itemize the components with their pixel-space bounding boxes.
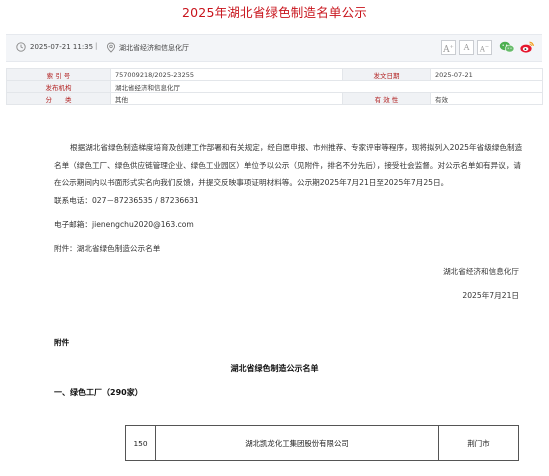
article-source: 湖北省经济和信息化厅 <box>119 44 189 52</box>
contact-email: 电子邮箱：jienengchu2020@163.com <box>54 220 194 229</box>
green-factory-table: 150 湖北凯龙化工集团股份有限公司 荆门市 <box>125 425 519 461</box>
city-name: 荆门市 <box>438 425 519 461</box>
article-meta-table: 索 引 号 757009218/2025-23255 发文日期 2025-07-… <box>6 68 543 105</box>
meta-key: 分 类 <box>6 92 111 105</box>
meta-row: 分 类 其他 有 效 性 有效 <box>6 92 543 105</box>
article-info-bar: 2025-07-21 11:35 | 湖北省经济和信息化厅 A+ A A− <box>6 34 542 62</box>
meta-key: 发文日期 <box>342 68 431 81</box>
signature-org: 湖北省经济和信息化厅 <box>443 267 519 276</box>
page-title: 2025年湖北省绿色制造名单公示 <box>181 5 367 20</box>
font-medium-label: A <box>463 43 470 52</box>
list-title: 湖北省绿色制造公示名单 <box>230 364 319 373</box>
meta-value: 其他 <box>110 92 343 105</box>
meta-key: 发布机构 <box>6 80 111 93</box>
meta-value: 湖北省经济和信息化厅 <box>110 80 543 93</box>
row-number: 150 <box>125 425 156 461</box>
font-medium-button[interactable]: A <box>459 40 474 55</box>
attachment-heading: 附件 <box>54 338 70 347</box>
publish-date: 2025-07-21 11:35 <box>30 43 94 51</box>
meta-value: 757009218/2025-23255 <box>110 68 343 81</box>
separator: | <box>95 42 98 50</box>
table-row: 150 湖北凯龙化工集团股份有限公司 荆门市 <box>125 425 519 461</box>
company-name: 湖北凯龙化工集团股份有限公司 <box>155 425 439 461</box>
meta-value: 2025-07-21 <box>430 68 543 81</box>
meta-value: 有效 <box>430 92 543 105</box>
notice-paragraph: 根据湖北省绿色制造梯度培育及创建工作部署和有关规定，经自愿申报、市州推荐、专家评… <box>54 143 523 187</box>
meta-key: 索 引 号 <box>6 68 111 81</box>
font-large-button[interactable]: A+ <box>441 40 456 55</box>
section-title: 一、绿色工厂（290家） <box>54 388 143 397</box>
font-small-button[interactable]: A− <box>477 40 492 55</box>
meta-row: 发布机构 湖北省经济和信息化厅 <box>6 80 543 93</box>
meta-row: 索 引 号 757009218/2025-23255 发文日期 2025-07-… <box>6 68 543 81</box>
clock-icon <box>16 42 26 52</box>
weibo-icon[interactable] <box>519 40 535 54</box>
signature-date: 2025年7月21日 <box>462 291 519 300</box>
contact-phone: 联系电话：027－87236535 / 87236631 <box>54 196 199 205</box>
wechat-icon[interactable] <box>499 40 515 54</box>
location-pin-icon <box>106 42 116 53</box>
attachment-link[interactable]: 附件：湖北省绿色制造公示名单 <box>54 243 160 254</box>
meta-key: 有 效 性 <box>342 92 431 105</box>
